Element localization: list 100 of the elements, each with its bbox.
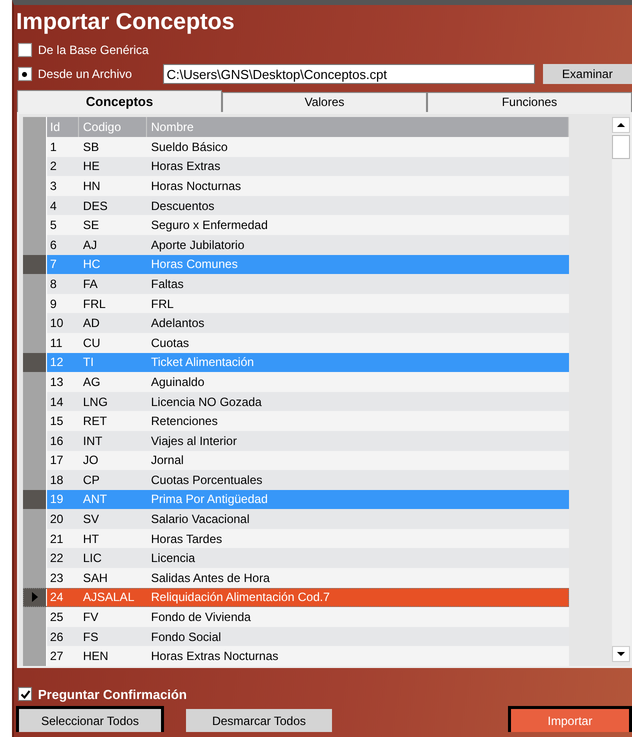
table-cell-text: HN <box>82 178 102 193</box>
table-row[interactable]: 1 SB Sueldo Básico <box>23 137 569 157</box>
browse-button[interactable]: Examinar <box>542 64 632 84</box>
row-header <box>23 254 47 274</box>
radio-button[interactable] <box>18 67 32 81</box>
table-row[interactable]: 26 FS Fondo Social <box>23 626 569 646</box>
table-cell-text: ANT <box>82 492 108 506</box>
table-cell-text: TI <box>82 355 95 370</box>
table-cell-text: Ticket Alimentación <box>150 355 255 370</box>
table-cell-text: Faltas <box>150 276 185 291</box>
table-row[interactable]: 15 RET Retenciones <box>23 411 569 431</box>
table-cell-text: 25 <box>49 610 64 624</box>
table-cell-text: SE <box>82 218 100 232</box>
table-cell-text: 18 <box>49 472 64 487</box>
action-button[interactable]: Seleccionar Todos <box>16 706 164 732</box>
scroll-up-icon[interactable] <box>612 117 630 133</box>
table-cell-text: Licencia <box>150 551 196 566</box>
scroll-thumb[interactable] <box>612 135 630 159</box>
table-row[interactable]: 23 SAH Salidas Antes de Hora <box>23 568 569 588</box>
row-pointer-icon <box>32 592 38 602</box>
table-row[interactable]: 11 CU Cuotas <box>23 332 569 353</box>
table-cell-text: Horas Comunes <box>150 257 239 272</box>
window-title: Importar Conceptos <box>15 7 236 36</box>
table-cell-text: Salario Vacacional <box>150 512 251 526</box>
table-cell-text: 20 <box>49 512 64 526</box>
table-cell-text: SB <box>82 140 100 154</box>
table-cell-text: Sueldo Básico <box>150 140 229 154</box>
table-cell-text: Adelantos <box>150 316 206 330</box>
tab[interactable]: Conceptos <box>17 90 222 112</box>
table-cell-text: 22 <box>49 551 64 566</box>
row-header <box>23 470 47 490</box>
table-cell-text: 10 <box>49 316 64 330</box>
table-cell-text: HC <box>82 257 102 272</box>
table-cell-text: CP <box>82 472 101 487</box>
radio-label: Desde un Archivo <box>38 67 133 81</box>
table-cell-text: AG <box>82 374 102 389</box>
table-cell-text: 23 <box>49 570 64 585</box>
table-row[interactable]: 2 HE Horas Extras <box>23 156 569 176</box>
table-cell-text: 27 <box>49 649 64 664</box>
row-header <box>23 490 47 510</box>
table-row[interactable]: 4 DES Descuentos <box>23 196 569 216</box>
table-row[interactable]: 3 HN Horas Nocturnas <box>23 176 569 196</box>
table-row[interactable]: 25 FV Fondo de Vivienda <box>23 607 569 627</box>
table-row[interactable]: 24 AJSALAL Reliquidación Alimentación Cod.7 <box>23 588 569 608</box>
scroll-down-icon[interactable] <box>612 646 630 662</box>
table-cell-text: HT <box>82 532 100 546</box>
table-cell-text: Descuentos <box>150 198 216 213</box>
table-cell-text: FA <box>82 276 99 291</box>
table-cell-text: Seguro x Enfermedad <box>150 218 269 232</box>
table-cell-text: CU <box>82 336 102 350</box>
row-header <box>23 372 47 392</box>
scrollbar[interactable] <box>612 117 630 662</box>
table-cell-text: JO <box>82 453 100 468</box>
row-header <box>23 332 47 353</box>
table-cell-text: 17 <box>49 453 64 468</box>
row-header <box>23 509 47 529</box>
table-cell-text: 14 <box>49 394 64 409</box>
table-cell-text: Licencia NO Gozada <box>150 394 263 409</box>
table-cell-text: FRL <box>150 296 175 311</box>
table-row[interactable]: 13 AG Aguinaldo <box>23 372 569 392</box>
table-row[interactable]: 14 LNG Licencia NO Gozada <box>23 392 569 412</box>
table-cell-text: FV <box>82 610 100 624</box>
table-cell-text: AJSALAL <box>82 590 136 604</box>
table-cell-text: 3 <box>49 178 58 193</box>
table-row[interactable]: 27 HEN Horas Extras Nocturnas <box>23 646 569 666</box>
tab[interactable]: Valores <box>222 92 427 112</box>
tab[interactable]: Funciones <box>427 92 632 112</box>
table-cell-text: Prima Por Antigüedad <box>150 492 269 506</box>
table-cell-text: 1 <box>49 140 58 154</box>
table-cell-text: HEN <box>82 649 110 664</box>
table-cell-text: LIC <box>82 551 103 566</box>
table-cell-text: SAH <box>82 570 109 585</box>
table-cell-text: 8 <box>49 276 58 291</box>
table-cell-text: 26 <box>49 630 64 644</box>
table-row[interactable]: 21 HT Horas Tardes <box>23 528 569 548</box>
table-row[interactable]: 17 JO Jornal <box>23 450 569 470</box>
table-cell-text: 7 <box>49 257 58 272</box>
table-cell-text: AD <box>82 316 101 330</box>
table-row[interactable]: 9 FRL FRL <box>23 294 569 314</box>
table-cell-text: Cuotas <box>150 336 190 350</box>
table-cell-text: LNG <box>82 394 109 409</box>
table-cell-text: Jornal <box>150 453 185 468</box>
table-cell-text: Horas Tardes <box>150 532 224 546</box>
table-cell-text: 9 <box>49 296 58 311</box>
row-header <box>23 568 47 588</box>
table-cell-text: SV <box>82 512 100 526</box>
table-cell-text: Viajes al Interior <box>150 434 238 448</box>
table-cell-text: 16 <box>49 434 64 448</box>
table-cell-text: Reliquidación Alimentación Cod.7 <box>150 590 331 604</box>
table-cell-text: 21 <box>49 532 64 546</box>
table-row[interactable]: 5 SE Seguro x Enfermedad <box>23 215 569 235</box>
file-path-field[interactable]: C:\Users\GNS\Desktop\Conceptos.cpt <box>162 64 535 84</box>
checkbox-label: Preguntar Confirmación <box>38 686 187 702</box>
radio-label: De la Base Genérica <box>38 43 150 57</box>
row-header <box>23 607 47 627</box>
table-cell-text: Aporte Jubilatorio <box>150 238 246 252</box>
radio-button[interactable] <box>18 43 32 57</box>
checkbox[interactable] <box>18 687 32 701</box>
table-cell-text: 2 <box>49 159 58 174</box>
action-button[interactable]: Desmarcar Todos <box>186 709 332 732</box>
